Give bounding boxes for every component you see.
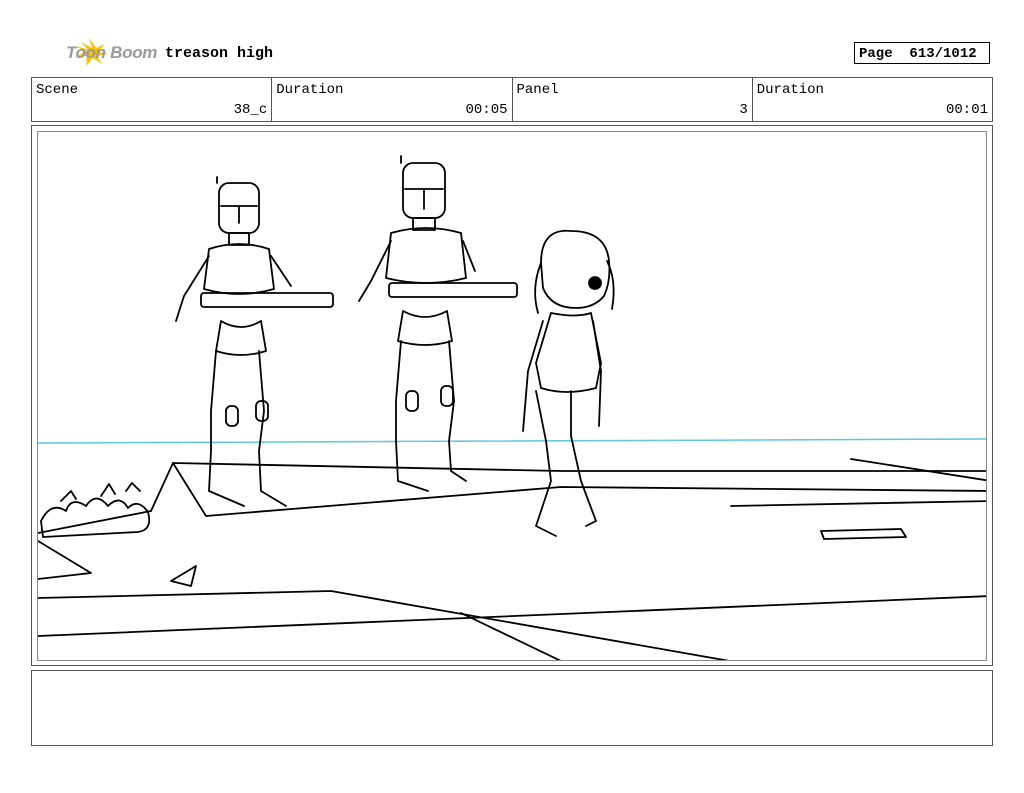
panel-duration-value: 00:01 bbox=[945, 102, 988, 118]
logo-text: Toon Boom bbox=[66, 43, 158, 62]
foliage bbox=[40, 497, 151, 538]
panel-label: Panel bbox=[516, 82, 559, 98]
panel-drawing bbox=[38, 155, 986, 660]
panel-info-row: Scene 38_c Duration 00:05 Panel 3 Durati… bbox=[31, 77, 993, 122]
project-title: treason high bbox=[165, 45, 274, 62]
robot-guard-left bbox=[175, 176, 334, 507]
scene-cell: Scene 38_c bbox=[32, 78, 273, 121]
panel-value: 3 bbox=[739, 102, 748, 118]
notes-box bbox=[31, 670, 993, 746]
horizon-line bbox=[38, 438, 986, 444]
panel-cell: Panel 3 bbox=[513, 78, 753, 121]
panel-duration-label: Duration bbox=[756, 82, 824, 98]
scene-value: 38_c bbox=[233, 102, 268, 118]
page-number: 613/1012 bbox=[909, 46, 977, 62]
girl-character bbox=[522, 229, 615, 537]
storyboard-panel-image bbox=[37, 131, 987, 661]
scene-duration-cell: Duration 00:05 bbox=[272, 78, 513, 121]
page-indicator: Page 613/1012 bbox=[854, 42, 990, 64]
panel-duration-cell: Duration 00:01 bbox=[753, 78, 992, 121]
scene-duration-label: Duration bbox=[276, 82, 344, 98]
scene-label: Scene bbox=[36, 82, 79, 98]
page-label: Page bbox=[859, 46, 893, 62]
scene-duration-value: 00:05 bbox=[465, 102, 508, 118]
